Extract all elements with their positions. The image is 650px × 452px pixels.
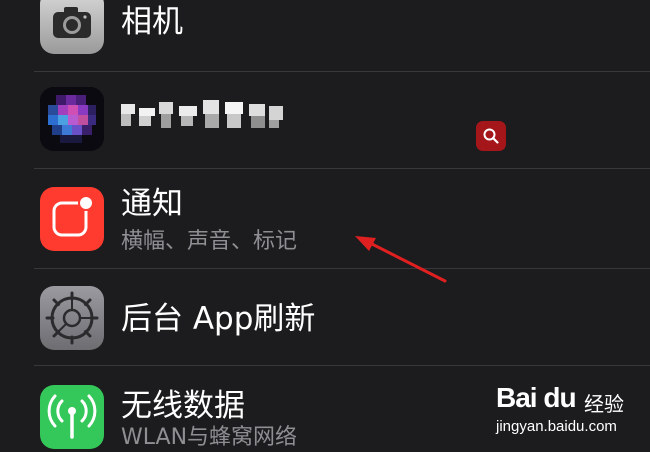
- watermark-url: jingyan.baidu.com: [496, 418, 617, 435]
- search-badge: [476, 121, 506, 151]
- notifications-subtitle: 横幅、声音、标记: [121, 229, 298, 254]
- settings-row-notifications[interactable]: 通知 横幅、声音、标记: [0, 169, 650, 268]
- wireless-data-subtitle: WLAN与蜂窝网络: [121, 425, 298, 450]
- camera-label: 相机: [121, 4, 183, 40]
- obscured-label: [121, 98, 291, 138]
- camera-icon: [40, 0, 104, 54]
- background-refresh-label: 后台 App刷新: [121, 301, 316, 337]
- gear-icon: [40, 286, 104, 350]
- antenna-icon: [40, 385, 104, 449]
- wireless-data-label: 无线数据: [121, 388, 245, 424]
- notifications-label: 通知: [121, 186, 183, 222]
- settings-row-camera[interactable]: 相机: [0, 0, 650, 70]
- notifications-icon: [40, 187, 104, 251]
- baidu-watermark: Bai du 经验 jingyan.baidu.com: [488, 372, 648, 442]
- settings-row-siri[interactable]: [0, 72, 650, 168]
- settings-row-background-refresh[interactable]: 后台 App刷新: [0, 269, 650, 365]
- siri-icon: [40, 87, 104, 151]
- watermark-experience: 经验: [584, 392, 624, 416]
- watermark-brand: Bai du: [496, 382, 577, 413]
